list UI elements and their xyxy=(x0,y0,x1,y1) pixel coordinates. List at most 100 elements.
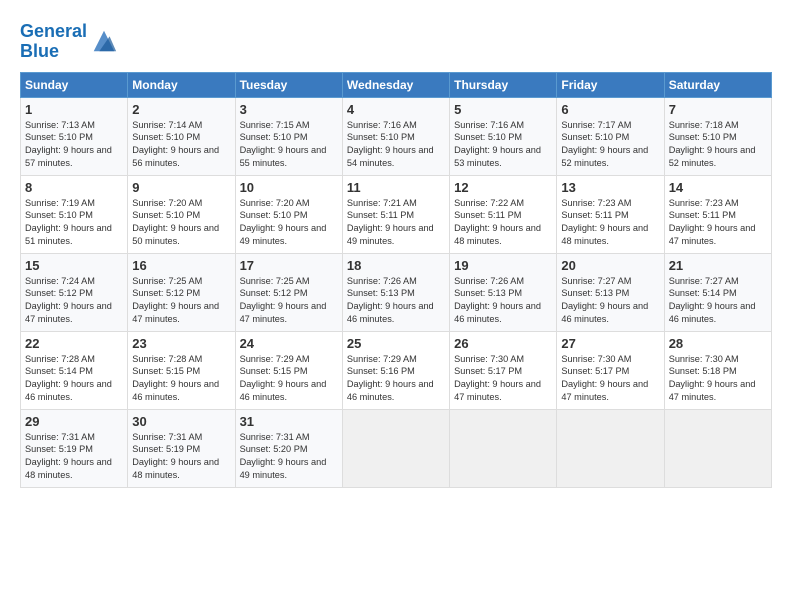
day-info: Sunrise: 7:16 AMSunset: 5:10 PMDaylight:… xyxy=(454,120,541,169)
calendar-cell-0-4: 5 Sunrise: 7:16 AMSunset: 5:10 PMDayligh… xyxy=(450,97,557,175)
header-thursday: Thursday xyxy=(450,72,557,97)
day-number: 9 xyxy=(132,180,230,195)
day-number: 10 xyxy=(240,180,338,195)
day-number: 6 xyxy=(561,102,659,117)
day-number: 7 xyxy=(669,102,767,117)
calendar-cell-4-6 xyxy=(664,409,771,487)
calendar-cell-0-3: 4 Sunrise: 7:16 AMSunset: 5:10 PMDayligh… xyxy=(342,97,449,175)
day-number: 23 xyxy=(132,336,230,351)
calendar-cell-3-6: 28 Sunrise: 7:30 AMSunset: 5:18 PMDaylig… xyxy=(664,331,771,409)
day-number: 14 xyxy=(669,180,767,195)
day-info: Sunrise: 7:17 AMSunset: 5:10 PMDaylight:… xyxy=(561,120,648,169)
logo-icon xyxy=(90,27,118,55)
header: General Blue xyxy=(20,18,772,62)
calendar-cell-2-5: 20 Sunrise: 7:27 AMSunset: 5:13 PMDaylig… xyxy=(557,253,664,331)
day-number: 26 xyxy=(454,336,552,351)
day-number: 17 xyxy=(240,258,338,273)
day-info: Sunrise: 7:20 AMSunset: 5:10 PMDaylight:… xyxy=(240,198,327,247)
day-number: 21 xyxy=(669,258,767,273)
day-number: 11 xyxy=(347,180,445,195)
header-saturday: Saturday xyxy=(664,72,771,97)
day-number: 20 xyxy=(561,258,659,273)
day-info: Sunrise: 7:29 AMSunset: 5:15 PMDaylight:… xyxy=(240,354,327,403)
calendar-cell-3-1: 23 Sunrise: 7:28 AMSunset: 5:15 PMDaylig… xyxy=(128,331,235,409)
day-info: Sunrise: 7:25 AMSunset: 5:12 PMDaylight:… xyxy=(132,276,219,325)
day-info: Sunrise: 7:22 AMSunset: 5:11 PMDaylight:… xyxy=(454,198,541,247)
calendar-cell-2-3: 18 Sunrise: 7:26 AMSunset: 5:13 PMDaylig… xyxy=(342,253,449,331)
day-info: Sunrise: 7:18 AMSunset: 5:10 PMDaylight:… xyxy=(669,120,756,169)
calendar-cell-1-4: 12 Sunrise: 7:22 AMSunset: 5:11 PMDaylig… xyxy=(450,175,557,253)
day-number: 27 xyxy=(561,336,659,351)
calendar-cell-3-5: 27 Sunrise: 7:30 AMSunset: 5:17 PMDaylig… xyxy=(557,331,664,409)
day-number: 13 xyxy=(561,180,659,195)
day-info: Sunrise: 7:29 AMSunset: 5:16 PMDaylight:… xyxy=(347,354,434,403)
logo-blue-text: Blue xyxy=(20,42,87,62)
calendar-cell-3-0: 22 Sunrise: 7:28 AMSunset: 5:14 PMDaylig… xyxy=(21,331,128,409)
day-info: Sunrise: 7:31 AMSunset: 5:20 PMDaylight:… xyxy=(240,432,327,481)
calendar-cell-2-6: 21 Sunrise: 7:27 AMSunset: 5:14 PMDaylig… xyxy=(664,253,771,331)
header-wednesday: Wednesday xyxy=(342,72,449,97)
day-info: Sunrise: 7:23 AMSunset: 5:11 PMDaylight:… xyxy=(561,198,648,247)
day-number: 22 xyxy=(25,336,123,351)
day-number: 12 xyxy=(454,180,552,195)
calendar-cell-0-5: 6 Sunrise: 7:17 AMSunset: 5:10 PMDayligh… xyxy=(557,97,664,175)
day-number: 29 xyxy=(25,414,123,429)
day-number: 31 xyxy=(240,414,338,429)
calendar-cell-3-3: 25 Sunrise: 7:29 AMSunset: 5:16 PMDaylig… xyxy=(342,331,449,409)
day-number: 24 xyxy=(240,336,338,351)
day-info: Sunrise: 7:31 AMSunset: 5:19 PMDaylight:… xyxy=(25,432,112,481)
day-info: Sunrise: 7:15 AMSunset: 5:10 PMDaylight:… xyxy=(240,120,327,169)
day-info: Sunrise: 7:28 AMSunset: 5:14 PMDaylight:… xyxy=(25,354,112,403)
day-number: 15 xyxy=(25,258,123,273)
calendar-cell-4-5 xyxy=(557,409,664,487)
day-info: Sunrise: 7:30 AMSunset: 5:17 PMDaylight:… xyxy=(454,354,541,403)
day-info: Sunrise: 7:26 AMSunset: 5:13 PMDaylight:… xyxy=(347,276,434,325)
day-info: Sunrise: 7:31 AMSunset: 5:19 PMDaylight:… xyxy=(132,432,219,481)
calendar-cell-1-1: 9 Sunrise: 7:20 AMSunset: 5:10 PMDayligh… xyxy=(128,175,235,253)
page: General Blue SundayMondayTuesdayWednesda… xyxy=(0,0,792,498)
calendar-cell-1-5: 13 Sunrise: 7:23 AMSunset: 5:11 PMDaylig… xyxy=(557,175,664,253)
header-tuesday: Tuesday xyxy=(235,72,342,97)
day-info: Sunrise: 7:30 AMSunset: 5:18 PMDaylight:… xyxy=(669,354,756,403)
logo: General Blue xyxy=(20,22,118,62)
day-info: Sunrise: 7:27 AMSunset: 5:13 PMDaylight:… xyxy=(561,276,648,325)
day-number: 25 xyxy=(347,336,445,351)
calendar-cell-4-0: 29 Sunrise: 7:31 AMSunset: 5:19 PMDaylig… xyxy=(21,409,128,487)
day-number: 4 xyxy=(347,102,445,117)
calendar-cell-1-0: 8 Sunrise: 7:19 AMSunset: 5:10 PMDayligh… xyxy=(21,175,128,253)
day-info: Sunrise: 7:20 AMSunset: 5:10 PMDaylight:… xyxy=(132,198,219,247)
day-number: 1 xyxy=(25,102,123,117)
calendar-week-0: 1 Sunrise: 7:13 AMSunset: 5:10 PMDayligh… xyxy=(21,97,772,175)
day-number: 16 xyxy=(132,258,230,273)
day-info: Sunrise: 7:27 AMSunset: 5:14 PMDaylight:… xyxy=(669,276,756,325)
day-number: 30 xyxy=(132,414,230,429)
calendar-week-1: 8 Sunrise: 7:19 AMSunset: 5:10 PMDayligh… xyxy=(21,175,772,253)
calendar-cell-2-1: 16 Sunrise: 7:25 AMSunset: 5:12 PMDaylig… xyxy=(128,253,235,331)
day-number: 5 xyxy=(454,102,552,117)
calendar-cell-4-4 xyxy=(450,409,557,487)
calendar-cell-0-0: 1 Sunrise: 7:13 AMSunset: 5:10 PMDayligh… xyxy=(21,97,128,175)
day-info: Sunrise: 7:16 AMSunset: 5:10 PMDaylight:… xyxy=(347,120,434,169)
calendar-cell-2-2: 17 Sunrise: 7:25 AMSunset: 5:12 PMDaylig… xyxy=(235,253,342,331)
calendar-cell-4-1: 30 Sunrise: 7:31 AMSunset: 5:19 PMDaylig… xyxy=(128,409,235,487)
calendar-week-4: 29 Sunrise: 7:31 AMSunset: 5:19 PMDaylig… xyxy=(21,409,772,487)
calendar-cell-2-4: 19 Sunrise: 7:26 AMSunset: 5:13 PMDaylig… xyxy=(450,253,557,331)
calendar-cell-1-2: 10 Sunrise: 7:20 AMSunset: 5:10 PMDaylig… xyxy=(235,175,342,253)
day-info: Sunrise: 7:13 AMSunset: 5:10 PMDaylight:… xyxy=(25,120,112,169)
calendar-header-row: SundayMondayTuesdayWednesdayThursdayFrid… xyxy=(21,72,772,97)
calendar-cell-1-6: 14 Sunrise: 7:23 AMSunset: 5:11 PMDaylig… xyxy=(664,175,771,253)
calendar-table: SundayMondayTuesdayWednesdayThursdayFrid… xyxy=(20,72,772,488)
calendar-cell-0-6: 7 Sunrise: 7:18 AMSunset: 5:10 PMDayligh… xyxy=(664,97,771,175)
day-number: 8 xyxy=(25,180,123,195)
day-info: Sunrise: 7:24 AMSunset: 5:12 PMDaylight:… xyxy=(25,276,112,325)
calendar-week-3: 22 Sunrise: 7:28 AMSunset: 5:14 PMDaylig… xyxy=(21,331,772,409)
logo-general: General xyxy=(20,21,87,41)
day-info: Sunrise: 7:19 AMSunset: 5:10 PMDaylight:… xyxy=(25,198,112,247)
day-info: Sunrise: 7:28 AMSunset: 5:15 PMDaylight:… xyxy=(132,354,219,403)
header-monday: Monday xyxy=(128,72,235,97)
logo-blue-word: Blue xyxy=(20,41,59,61)
day-info: Sunrise: 7:21 AMSunset: 5:11 PMDaylight:… xyxy=(347,198,434,247)
day-number: 2 xyxy=(132,102,230,117)
header-friday: Friday xyxy=(557,72,664,97)
day-number: 3 xyxy=(240,102,338,117)
